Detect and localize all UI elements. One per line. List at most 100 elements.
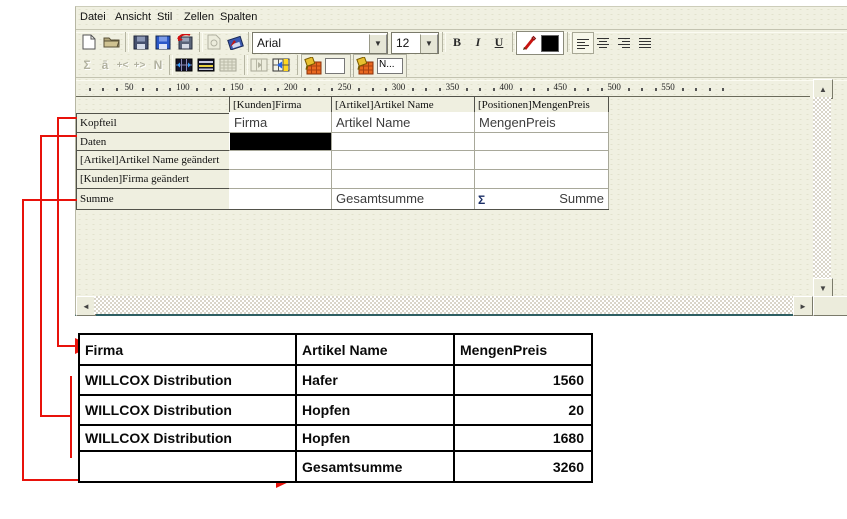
menu-datei[interactable]: Datei <box>80 11 106 23</box>
grid-blue-arrows-icon <box>175 58 193 72</box>
chevron-down-icon[interactable]: ▼ <box>369 34 387 53</box>
scroll-left-button[interactable]: ◄ <box>76 296 96 316</box>
preview-icon <box>207 34 221 50</box>
align-right-button[interactable] <box>614 32 634 52</box>
scroll-right-button[interactable]: ► <box>793 296 813 316</box>
column-caption-mengenpreis[interactable]: [Positionen]MengenPreis <box>474 96 609 113</box>
row-label-artikel-geaendert[interactable]: [Artikel]Artikel Name geändert <box>76 150 230 170</box>
average-button[interactable]: ā <box>96 54 114 76</box>
grid-rows-button[interactable] <box>195 54 217 76</box>
insert-right-button[interactable]: +> <box>131 54 148 76</box>
fill-name-group[interactable]: N... <box>353 54 407 78</box>
fill-color-swatch[interactable] <box>325 58 345 74</box>
save-stylesheet-button[interactable] <box>152 31 174 53</box>
grid-pattern-icon <box>219 58 237 72</box>
result-header-row: Firma Artikel Name MengenPreis <box>79 334 592 365</box>
result-cell-firma: WILLCOX Distribution <box>79 365 296 395</box>
align-justify-button[interactable] <box>635 32 655 52</box>
save-as-button[interactable] <box>174 31 196 53</box>
result-total-row: Gesamtsumme 3260 <box>79 451 592 482</box>
connector-daten-line <box>40 135 77 137</box>
column-caption-kunden-firma[interactable]: [Kunden]Firma <box>229 96 332 113</box>
new-document-button[interactable] <box>78 31 100 53</box>
toolbar-separator <box>442 32 446 52</box>
paint-bucket-grid-icon <box>356 57 374 75</box>
column-arrow-right-button[interactable] <box>270 54 292 76</box>
row-label-kunden-geaendert[interactable]: [Kunden]Firma geändert <box>76 169 230 189</box>
grid-pattern-button[interactable] <box>217 54 239 76</box>
diskette-red-arrow-icon <box>176 34 194 50</box>
diskette-icon <box>133 35 149 50</box>
grid-line <box>229 150 609 151</box>
connector-summe-line <box>22 199 77 201</box>
export-diskette-icon <box>227 35 245 50</box>
result-cell-firma <box>79 451 296 482</box>
pen-color-button[interactable] <box>517 35 541 51</box>
selected-cell-daten-firma[interactable] <box>230 133 331 150</box>
horizontal-scroll-track[interactable] <box>94 296 793 314</box>
save-button[interactable] <box>130 31 152 53</box>
menu-stil[interactable]: Stil <box>157 11 172 23</box>
connector-kopfteil-line <box>57 117 59 347</box>
result-cell-artikel: Hopfen <box>296 395 454 425</box>
result-cell-artikel: Hafer <box>296 365 454 395</box>
italic-button[interactable]: I <box>468 31 488 53</box>
cell-kopfteil-mengenpreis[interactable]: MengenPreis <box>479 115 556 130</box>
cell-kopfteil-artikel-name[interactable]: Artikel Name <box>336 115 410 130</box>
color-swatch-black[interactable] <box>541 35 559 52</box>
fill-color-group[interactable] <box>301 54 351 78</box>
result-row: WILLCOX Distribution Hafer 1560 <box>79 365 592 395</box>
font-family-combobox[interactable]: Arial ▼ <box>252 32 388 54</box>
connector-kopfteil-line <box>57 117 77 119</box>
cell-kopfteil-firma[interactable]: Firma <box>234 115 267 130</box>
result-cell-preis: 1680 <box>454 425 592 451</box>
row-label-daten[interactable]: Daten <box>76 132 230 151</box>
connector-summe-line <box>22 199 24 481</box>
align-justify-icon <box>639 37 651 48</box>
vertical-scroll-track[interactable] <box>813 97 831 278</box>
connector-daten-line <box>40 415 72 417</box>
cell-summe-summe[interactable]: Summe <box>474 191 604 206</box>
grid-line <box>608 112 609 210</box>
font-family-value: Arial <box>253 36 369 50</box>
result-cell-firma: WILLCOX Distribution <box>79 395 296 425</box>
row-label-summe[interactable]: Summe <box>76 188 230 210</box>
column-arrow-left-button[interactable] <box>248 54 270 76</box>
insert-left-button[interactable]: +< <box>114 54 131 76</box>
fill-name-field[interactable]: N... <box>377 58 403 74</box>
menu-ansicht[interactable]: Ansicht <box>115 11 151 23</box>
grid-columns-button[interactable] <box>173 54 195 76</box>
grid-insert-column-icon <box>272 58 290 72</box>
scroll-up-button[interactable]: ▲ <box>813 79 833 99</box>
scroll-down-button[interactable]: ▼ <box>813 278 833 298</box>
menu-spalten[interactable]: Spalten <box>220 11 257 23</box>
bold-button[interactable]: B <box>447 31 467 53</box>
count-button[interactable]: N <box>149 54 167 76</box>
data-rows-bracket <box>70 376 72 458</box>
bold-icon: B <box>453 35 461 50</box>
open-file-button[interactable] <box>100 31 122 53</box>
italic-icon: I <box>476 35 481 50</box>
chevron-down-icon[interactable]: ▼ <box>420 34 438 53</box>
sum-button[interactable]: Σ <box>78 54 96 76</box>
cell-summe-gesamtsumme[interactable]: Gesamtsumme <box>336 191 424 206</box>
insert-right-icon: +> <box>134 60 146 71</box>
result-table: Firma Artikel Name MengenPreis WILLCOX D… <box>78 333 593 483</box>
align-center-button[interactable] <box>593 32 613 52</box>
column-caption-artikel-name[interactable]: [Artikel]Artikel Name <box>331 96 475 113</box>
print-preview-button[interactable] <box>203 31 225 53</box>
grid-line <box>229 209 609 210</box>
result-header-artikel: Artikel Name <box>296 334 454 365</box>
font-size-value: 12 <box>392 36 420 50</box>
grid-arrow-left-icon <box>250 58 268 72</box>
underline-button[interactable]: U <box>489 31 509 53</box>
row-label-kopfteil[interactable]: Kopfteil <box>76 113 230 133</box>
result-cell-artikel: Gesamtsumme <box>296 451 454 482</box>
result-header-firma: Firma <box>79 334 296 365</box>
menu-zellen[interactable]: Zellen <box>184 11 214 23</box>
result-row: WILLCOX Distribution Hopfen 1680 <box>79 425 592 451</box>
result-cell-preis: 3260 <box>454 451 592 482</box>
export-button[interactable] <box>225 31 247 53</box>
font-size-combobox[interactable]: 12 ▼ <box>391 32 439 54</box>
align-left-button[interactable] <box>572 32 594 54</box>
